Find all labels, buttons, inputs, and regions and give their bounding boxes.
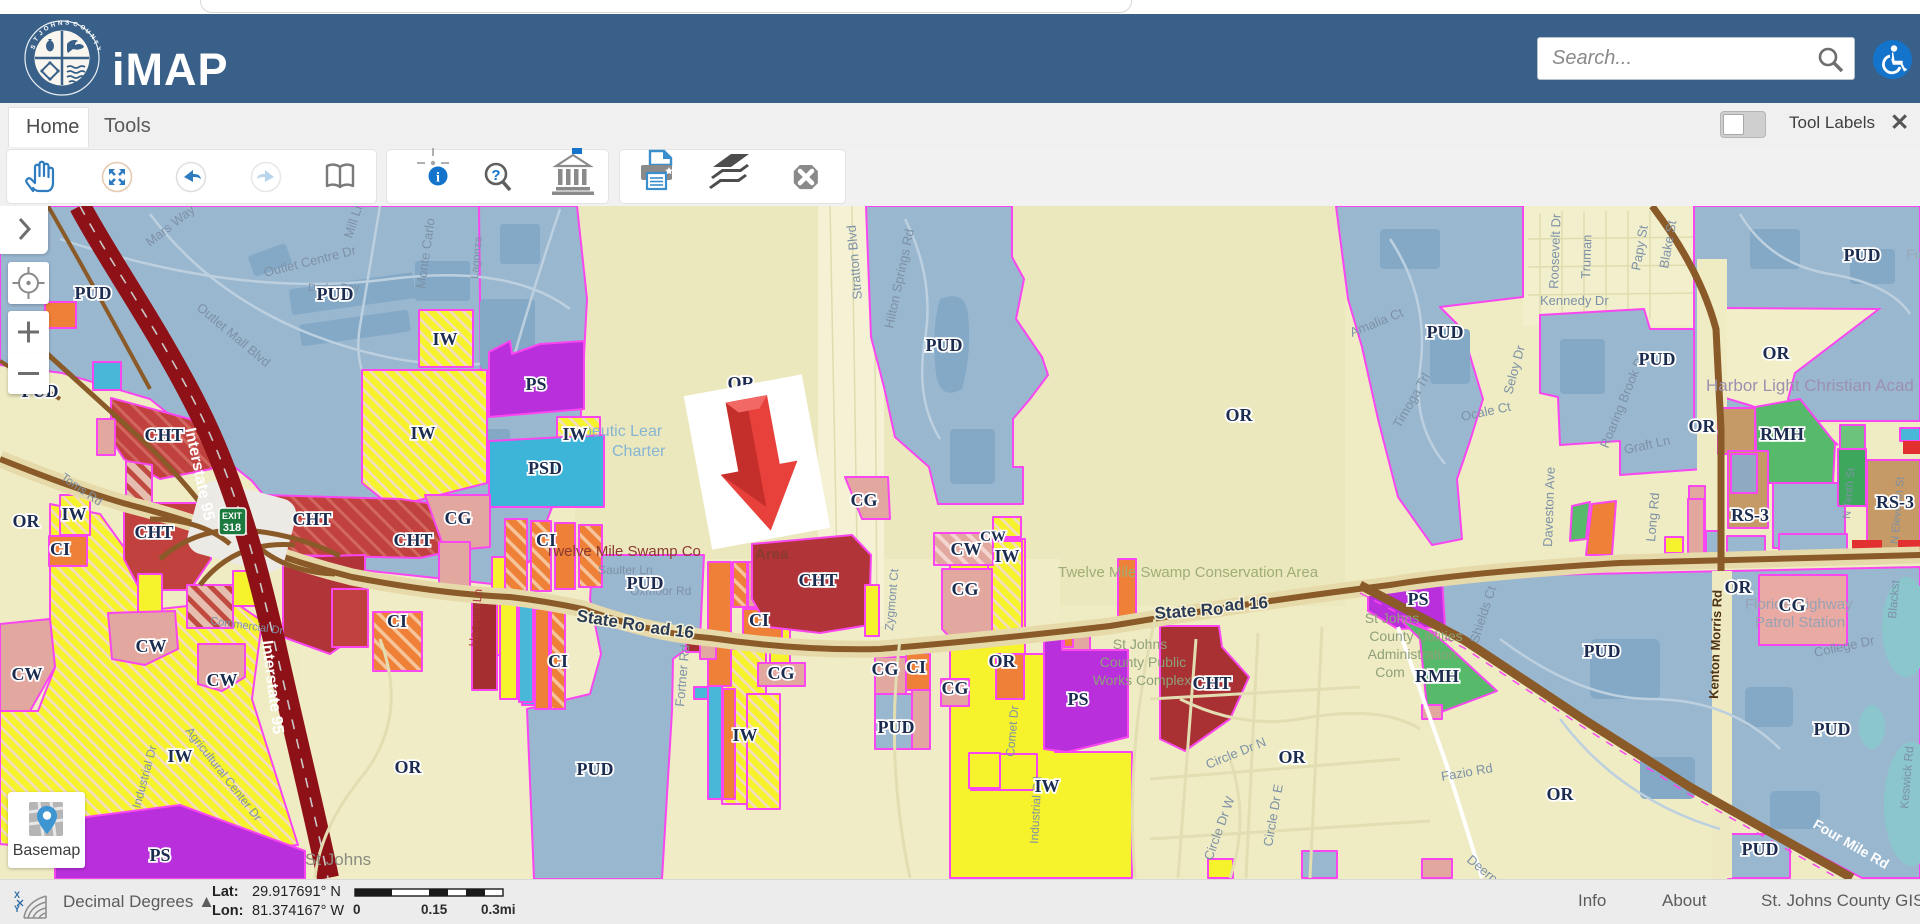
svg-text:PUD: PUD xyxy=(1584,641,1621,661)
svg-text:OR: OR xyxy=(1763,343,1791,363)
svg-text:IW: IW xyxy=(410,423,435,443)
svg-text:CG: CG xyxy=(1779,595,1806,615)
svg-text:OR: OR xyxy=(1226,405,1254,425)
svg-text:CW: CW xyxy=(951,539,982,559)
svg-text:Administration: Administration xyxy=(1368,646,1457,662)
svg-text:PUD: PUD xyxy=(577,759,614,779)
svg-text:IW: IW xyxy=(994,546,1019,566)
svg-text:RMH: RMH xyxy=(1760,424,1804,444)
svg-text:H: H xyxy=(50,21,57,29)
svg-text:PUD: PUD xyxy=(926,335,963,355)
svg-text:Twelve Mile Swamp Conservation: Twelve Mile Swamp Conservation Area xyxy=(1058,564,1319,581)
svg-text:Daveston Ave: Daveston Ave xyxy=(1540,467,1558,547)
svg-text:OR: OR xyxy=(13,511,41,531)
svg-text:T: T xyxy=(91,39,99,46)
svg-text:Truman: Truman xyxy=(1578,234,1595,279)
svg-text:PUD: PUD xyxy=(1814,719,1851,739)
svg-text:PS: PS xyxy=(1407,589,1428,609)
svg-text:County Public: County Public xyxy=(1100,654,1186,670)
svg-text:0: 0 xyxy=(353,902,361,917)
svg-text:PS: PS xyxy=(149,845,170,865)
svg-text:i: i xyxy=(436,171,440,186)
svg-text:PS: PS xyxy=(1067,689,1088,709)
svg-text:PUD: PUD xyxy=(1844,245,1881,265)
svg-text:CI: CI xyxy=(387,611,407,631)
svg-text:CI: CI xyxy=(50,539,70,559)
svg-text:Roosevelt Dr: Roosevelt Dr xyxy=(1546,213,1564,289)
svg-text:OR: OR xyxy=(1725,577,1753,597)
svg-text:CHT: CHT xyxy=(292,509,331,529)
svg-text:CG: CG xyxy=(768,663,795,683)
svg-text:CHT: CHT xyxy=(1192,673,1231,693)
svg-text:OR: OR xyxy=(1547,784,1575,804)
svg-text:Charter: Charter xyxy=(612,443,666,460)
svg-text:IW: IW xyxy=(432,329,457,349)
svg-text:O: O xyxy=(43,25,51,34)
svg-text:PUD: PUD xyxy=(878,717,915,737)
svg-text:Harbor Light Christian Acad: Harbor Light Christian Acad xyxy=(1706,376,1914,395)
svg-text:PS: PS xyxy=(525,374,546,394)
svg-text:EXIT: EXIT xyxy=(222,511,243,521)
svg-text:PUD: PUD xyxy=(75,283,112,303)
svg-text:CHT: CHT xyxy=(134,522,173,542)
svg-text:CI: CI xyxy=(536,530,556,550)
svg-text:Kennedy Dr: Kennedy Dr xyxy=(1540,293,1609,308)
svg-text:CI: CI xyxy=(906,657,926,677)
svg-text:RS-3: RS-3 xyxy=(1731,505,1769,525)
svg-text:PUD: PUD xyxy=(627,573,664,593)
svg-text:St Johns: St Johns xyxy=(1365,610,1419,626)
svg-text:PUD: PUD xyxy=(1639,349,1676,369)
svg-text:CG: CG xyxy=(952,579,979,599)
svg-text:CI: CI xyxy=(749,610,769,630)
svg-text:CHT: CHT xyxy=(144,425,183,445)
svg-text:0.3mi: 0.3mi xyxy=(481,902,516,917)
svg-text:IW: IW xyxy=(1034,776,1059,796)
svg-text:RMH: RMH xyxy=(1415,666,1459,686)
svg-text:CW: CW xyxy=(207,670,238,690)
svg-text:X: X xyxy=(14,890,20,900)
svg-text:RS-3: RS-3 xyxy=(1876,492,1914,512)
svg-text:OR: OR xyxy=(1689,416,1717,436)
svg-text:OR: OR xyxy=(395,757,423,777)
svg-text:CG: CG xyxy=(445,508,472,528)
svg-text:IW: IW xyxy=(732,725,757,745)
svg-text:Works Complex: Works Complex xyxy=(1093,672,1192,688)
svg-text:S: S xyxy=(65,19,70,26)
svg-text:CG: CG xyxy=(942,678,969,698)
svg-text:CHT: CHT xyxy=(798,570,837,590)
svg-text:PSD: PSD xyxy=(528,458,562,478)
svg-text:Y: Y xyxy=(95,46,101,53)
svg-text:PUD: PUD xyxy=(1427,322,1464,342)
svg-text:IW: IW xyxy=(562,424,587,444)
svg-text:St Johns: St Johns xyxy=(305,850,371,869)
svg-text:County Utilities: County Utilities xyxy=(1369,628,1462,644)
svg-text:?: ? xyxy=(491,167,500,184)
svg-text:CI: CI xyxy=(548,651,568,671)
svg-text:First Coa: First Coa xyxy=(1906,246,1920,262)
svg-text:OR: OR xyxy=(989,651,1017,671)
svg-text:PUD: PUD xyxy=(1742,839,1779,859)
svg-text:T: T xyxy=(32,36,40,44)
svg-text:St Johns: St Johns xyxy=(1113,636,1167,652)
svg-text:Patrol Station: Patrol Station xyxy=(1755,614,1845,631)
svg-text:CG: CG xyxy=(872,659,899,679)
svg-text:PUD: PUD xyxy=(317,284,354,304)
svg-text:CW: CW xyxy=(136,636,167,656)
svg-text:Com: Com xyxy=(1375,664,1405,680)
svg-text:CHT: CHT xyxy=(393,530,432,550)
svg-text:IW: IW xyxy=(167,746,192,766)
svg-text:OR: OR xyxy=(1279,747,1307,767)
svg-text:IW: IW xyxy=(61,504,86,524)
svg-text:Twelve Mile Swamp Co: Twelve Mile Swamp Co xyxy=(545,543,701,560)
svg-text:CW: CW xyxy=(980,529,1006,545)
svg-text:0.15: 0.15 xyxy=(421,902,448,917)
svg-text:Area: Area xyxy=(755,546,789,563)
svg-text:ad 16: ad 16 xyxy=(1224,593,1269,615)
svg-text:peutic Lear: peutic Lear xyxy=(583,423,663,440)
svg-text:318: 318 xyxy=(223,522,241,534)
svg-text:CG: CG xyxy=(851,490,878,510)
svg-text:CW: CW xyxy=(12,664,43,684)
